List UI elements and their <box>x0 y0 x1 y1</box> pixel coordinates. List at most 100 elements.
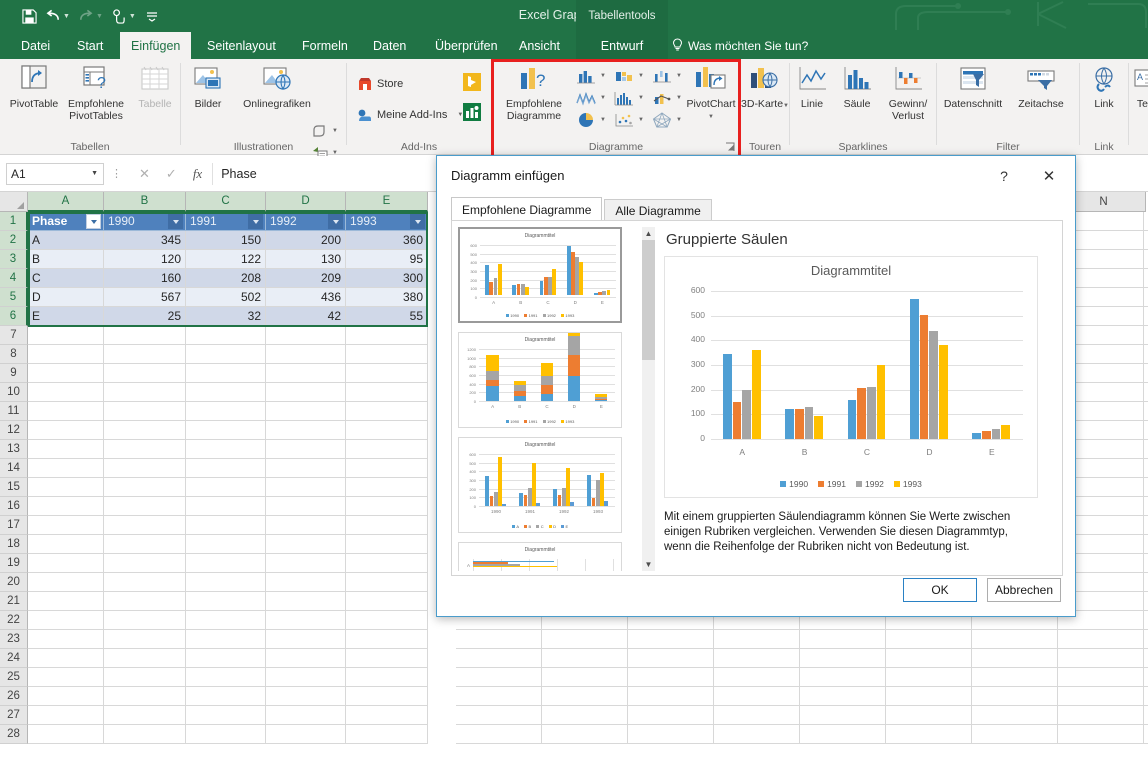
table-cell-value[interactable]: 25 <box>104 307 186 326</box>
row-header-7[interactable]: 7 <box>0 326 28 345</box>
cell[interactable] <box>346 459 428 478</box>
cell[interactable] <box>1144 269 1148 288</box>
row-header-2[interactable]: 2 <box>0 231 28 250</box>
cell[interactable] <box>1144 478 1148 497</box>
textbox-button[interactable]: A Textf <box>1126 62 1148 110</box>
ok-button[interactable]: OK <box>903 578 977 602</box>
cell[interactable] <box>186 459 266 478</box>
cell[interactable] <box>346 706 428 725</box>
cell[interactable] <box>28 649 104 668</box>
chart-thumbnail-stacked-column[interactable]: Diagrammtitel 0 200 400 600 800 1000 1200 A B C D E 1… <box>458 332 622 428</box>
cell[interactable] <box>800 649 886 668</box>
cell[interactable] <box>1058 668 1144 687</box>
cell[interactable] <box>1144 402 1148 421</box>
table-header-2[interactable]: 1991 <box>186 212 266 231</box>
table-cell-phase[interactable]: E <box>28 307 104 326</box>
cell[interactable] <box>28 687 104 706</box>
table-cell-value[interactable]: 208 <box>186 269 266 288</box>
cell[interactable] <box>1144 212 1148 231</box>
cell[interactable] <box>800 630 886 649</box>
row-header-18[interactable]: 18 <box>0 535 28 554</box>
cell[interactable] <box>186 706 266 725</box>
tab-ueberpruefen[interactable]: Überprüfen <box>424 32 509 59</box>
cell[interactable] <box>456 725 542 744</box>
radar-chart-button[interactable]: ▼ <box>652 110 682 130</box>
column-chart-button[interactable]: ▼ <box>576 66 606 86</box>
cell[interactable] <box>1144 687 1148 706</box>
sparkline-winloss-button[interactable]: Gewinn/ Verlust <box>880 62 936 122</box>
filter-dropdown-icon[interactable] <box>86 214 101 229</box>
cell[interactable] <box>800 687 886 706</box>
cell[interactable] <box>714 649 800 668</box>
cell[interactable] <box>972 649 1058 668</box>
cell[interactable] <box>346 326 428 345</box>
cell[interactable] <box>104 383 186 402</box>
cell[interactable] <box>456 649 542 668</box>
shapes-dropdown-icon[interactable]: ▼ <box>332 128 338 134</box>
people-graph-button[interactable] <box>463 103 481 124</box>
cell[interactable] <box>346 440 428 459</box>
cell[interactable] <box>28 516 104 535</box>
chart-thumbnail-clustered-column[interactable]: Diagrammtitel 0 100 200 300 400 500 600 A B C D E 199… <box>458 227 622 323</box>
cell[interactable] <box>714 706 800 725</box>
hierarchy-chart-button[interactable]: ▼ <box>576 88 606 108</box>
table-cell-value[interactable]: 32 <box>186 307 266 326</box>
row-header-4[interactable]: 4 <box>0 269 28 288</box>
stock-chart-button[interactable]: ▼ <box>652 66 682 86</box>
cell[interactable] <box>28 421 104 440</box>
cell[interactable] <box>28 478 104 497</box>
cell[interactable] <box>186 345 266 364</box>
table-cell-value[interactable]: 360 <box>346 231 428 250</box>
table-cell-phase[interactable]: C <box>28 269 104 288</box>
row-header-9[interactable]: 9 <box>0 364 28 383</box>
cell[interactable] <box>1144 231 1148 250</box>
cell[interactable] <box>886 706 972 725</box>
chart-thumbnail-list[interactable]: Diagrammtitel 0 100 200 300 400 500 600 A B C D E 199… <box>458 227 640 571</box>
table-cell-value[interactable]: 567 <box>104 288 186 307</box>
cell[interactable] <box>186 440 266 459</box>
tab-datei[interactable]: Datei <box>10 32 61 59</box>
confirm-icon[interactable]: ✓ <box>166 166 177 182</box>
row-header-26[interactable]: 26 <box>0 687 28 706</box>
row-header-16[interactable]: 16 <box>0 497 28 516</box>
cell[interactable] <box>542 649 628 668</box>
cell[interactable] <box>266 440 346 459</box>
cell[interactable] <box>186 535 266 554</box>
cell[interactable] <box>266 554 346 573</box>
cell[interactable] <box>28 383 104 402</box>
cell[interactable] <box>28 497 104 516</box>
recommended-charts-button[interactable]: ? Empfohlene Diagramme <box>495 62 573 122</box>
cell[interactable] <box>628 649 714 668</box>
sparkline-line-button[interactable]: Linie <box>790 62 834 110</box>
column-header-c[interactable]: C <box>186 192 266 212</box>
cell[interactable] <box>972 630 1058 649</box>
cell[interactable] <box>1058 725 1144 744</box>
slicer-button[interactable]: Datenschnitt <box>937 62 1009 110</box>
cell[interactable] <box>346 611 428 630</box>
cell[interactable] <box>714 725 800 744</box>
cell[interactable] <box>346 364 428 383</box>
cell[interactable] <box>1144 326 1148 345</box>
combo-chart-dropdown-icon[interactable]: ▼ <box>676 95 682 101</box>
cell[interactable] <box>28 592 104 611</box>
cell[interactable] <box>1144 516 1148 535</box>
cell[interactable] <box>28 364 104 383</box>
row-header-22[interactable]: 22 <box>0 611 28 630</box>
table-header-3[interactable]: 1992 <box>266 212 346 231</box>
cell[interactable] <box>186 573 266 592</box>
cell[interactable] <box>28 345 104 364</box>
chevron-up-icon[interactable]: ▲ <box>642 227 655 240</box>
table-cell-value[interactable]: 42 <box>266 307 346 326</box>
cell[interactable] <box>186 554 266 573</box>
row-header-20[interactable]: 20 <box>0 573 28 592</box>
cell[interactable] <box>456 706 542 725</box>
cell[interactable] <box>1058 630 1144 649</box>
column-header-b[interactable]: B <box>104 192 186 212</box>
row-header-13[interactable]: 13 <box>0 440 28 459</box>
pivottable-button[interactable]: PivotTable <box>2 62 66 110</box>
table-cell-value[interactable]: 122 <box>186 250 266 269</box>
cell[interactable] <box>266 497 346 516</box>
cell[interactable] <box>104 345 186 364</box>
help-icon[interactable]: ? <box>993 165 1015 187</box>
cell[interactable] <box>1144 250 1148 269</box>
